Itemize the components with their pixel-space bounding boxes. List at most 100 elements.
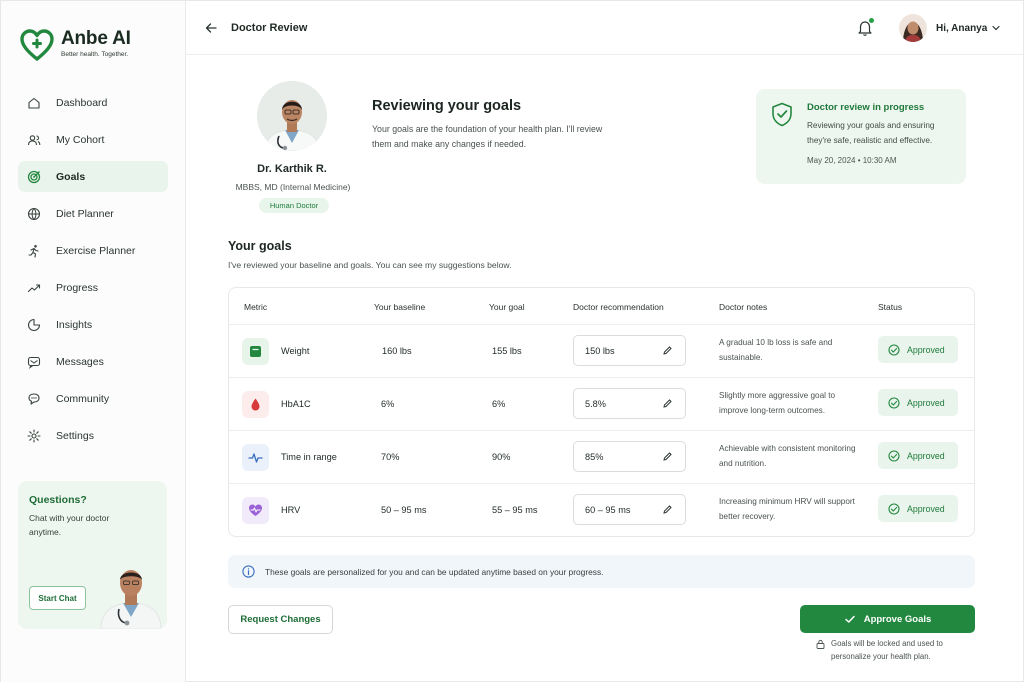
status-label: Approved	[907, 450, 945, 461]
top-header: Doctor Review Hi, Ananya	[186, 1, 1023, 55]
recommendation-field[interactable]: 60 – 95 ms	[573, 494, 686, 525]
sidebar-item-label: Goals	[56, 170, 86, 183]
column-header: Doctor recommendation	[573, 302, 664, 312]
check-circle-icon	[888, 449, 900, 462]
recommendation-value: 60 – 95 ms	[585, 505, 631, 515]
doctor-photo	[257, 81, 327, 151]
goal-value: 6%	[492, 399, 506, 409]
metric-name: HbA1C	[281, 399, 311, 409]
sidebar-item-progress[interactable]: Progress	[18, 272, 168, 303]
approve-label: Approve Goals	[863, 613, 932, 625]
gear-icon	[27, 428, 41, 443]
sidebar-item-my-cohort[interactable]: My Cohort	[18, 124, 168, 155]
goals-subtitle: I've reviewed your baseline and goals. Y…	[228, 260, 512, 270]
avatar[interactable]	[899, 14, 927, 42]
status-badge: Approved	[878, 389, 958, 416]
sidebar-item-label: Progress	[56, 281, 99, 294]
status-label: Approved	[907, 397, 945, 408]
message-icon	[27, 355, 41, 369]
doctor-note: Increasing minimum HRV will support bett…	[719, 497, 855, 521]
sidebar-item-label: My Cohort	[56, 133, 105, 146]
page-title: Doctor Review	[231, 22, 308, 34]
info-icon	[242, 565, 255, 578]
sidebar-item-insights[interactable]: Insights	[18, 309, 168, 340]
baseline-value: 160 lbs	[382, 346, 412, 356]
sidebar: Anbe AI Better health. Together. Dashboa…	[1, 1, 186, 682]
sidebar-item-label: Dashboard	[56, 96, 108, 109]
recommendation-field[interactable]: 85%	[573, 441, 686, 472]
doctor-name: Dr. Karthik R.	[257, 163, 327, 175]
pencil-icon[interactable]	[662, 345, 673, 356]
request-changes-button[interactable]: Request Changes	[228, 605, 333, 634]
sidebar-item-label: Messages	[56, 355, 104, 368]
recommendation-value: 85%	[585, 452, 604, 462]
baseline-value: 50 – 95 ms	[381, 505, 427, 515]
pencil-icon[interactable]	[662, 504, 673, 515]
metric-name: Weight	[281, 346, 310, 356]
status-badge: Approved	[878, 495, 958, 522]
status-description: Reviewing your goals and ensuring they'r…	[807, 121, 935, 145]
sidebar-item-exercise-planner[interactable]: Exercise Planner	[18, 235, 168, 266]
metric-name: Time in range	[281, 452, 337, 462]
users-icon	[27, 133, 41, 147]
sidebar-item-diet-planner[interactable]: Diet Planner	[18, 198, 168, 229]
home-icon	[27, 96, 41, 110]
pencil-icon[interactable]	[662, 451, 673, 462]
goal-value: 90%	[492, 452, 511, 462]
chevron-down-icon[interactable]	[991, 23, 1001, 33]
heart-logo-icon	[20, 29, 54, 61]
target-icon	[27, 170, 41, 184]
metric-name: HRV	[281, 505, 301, 515]
sidebar-item-community[interactable]: Community	[18, 383, 168, 414]
review-description: Your goals are the foundation of your he…	[372, 124, 603, 149]
back-arrow-icon[interactable]	[204, 21, 218, 35]
shield-check-icon	[772, 102, 792, 127]
goals-table: Metric Your baseline Your goal Doctor re…	[228, 287, 975, 537]
status-badge: Approved	[878, 336, 958, 363]
table-row: HbA1C 6% 6% 5.8% Slightly more aggressiv…	[229, 377, 974, 430]
scale-icon	[242, 338, 269, 365]
sidebar-item-label: Community	[56, 392, 110, 405]
community-icon	[27, 392, 41, 406]
recommendation-value: 5.8%	[585, 399, 606, 409]
running-icon	[27, 244, 41, 258]
sidebar-nav: Dashboard My Cohort Goals Diet Planner E…	[18, 87, 168, 457]
sidebar-item-label: Exercise Planner	[56, 244, 136, 257]
approve-goals-button[interactable]: Approve Goals	[800, 605, 975, 633]
help-title: Questions?	[29, 494, 87, 506]
doctor-note: Slightly more aggressive goal to improve…	[719, 391, 836, 415]
table-row: Time in range 70% 90% 85% Achievable wit…	[229, 430, 974, 483]
doctor-note: Achievable with consistent monitoring an…	[719, 444, 856, 468]
doctor-credentials: MBBS, MD (Internal Medicine)	[235, 182, 351, 192]
column-header: Status	[878, 302, 903, 312]
blood-drop-icon	[242, 391, 269, 418]
column-header: Your baseline	[374, 302, 426, 312]
sidebar-item-goals[interactable]: Goals	[18, 161, 168, 192]
user-greeting[interactable]: Hi, Ananya	[936, 23, 987, 34]
help-text: Chat with your doctor anytime.	[29, 513, 110, 537]
recommendation-field[interactable]: 150 lbs	[573, 335, 686, 366]
sidebar-item-label: Insights	[56, 318, 93, 331]
heart-rate-icon	[242, 497, 269, 524]
status-badge: Approved	[878, 442, 958, 469]
pencil-icon[interactable]	[662, 398, 673, 409]
review-status-card: Doctor review in progress Reviewing your…	[756, 89, 966, 184]
sidebar-item-label: Settings	[56, 429, 94, 442]
check-circle-icon	[888, 396, 900, 409]
status-label: Approved	[907, 344, 945, 355]
table-row: HRV 50 – 95 ms 55 – 95 ms 60 – 95 ms Inc…	[229, 483, 974, 536]
sidebar-item-messages[interactable]: Messages	[18, 346, 168, 377]
globe-icon	[27, 207, 41, 221]
baseline-value: 70%	[381, 452, 400, 462]
table-row: Weight 160 lbs 155 lbs 150 lbs A gradual…	[229, 324, 974, 377]
trend-icon	[27, 281, 41, 295]
start-chat-button[interactable]: Start Chat	[29, 586, 86, 610]
sidebar-item-dashboard[interactable]: Dashboard	[18, 87, 168, 118]
recommendation-field[interactable]: 5.8%	[573, 388, 686, 419]
brand-logo[interactable]: Anbe AI Better health. Together.	[19, 28, 131, 62]
recommendation-value: 150 lbs	[585, 346, 615, 356]
check-circle-icon	[888, 502, 900, 515]
doctor-badge: Human Doctor	[259, 198, 329, 213]
sidebar-item-settings[interactable]: Settings	[18, 420, 168, 451]
status-timestamp: May 20, 2024 • 10:30 AM	[807, 156, 897, 165]
